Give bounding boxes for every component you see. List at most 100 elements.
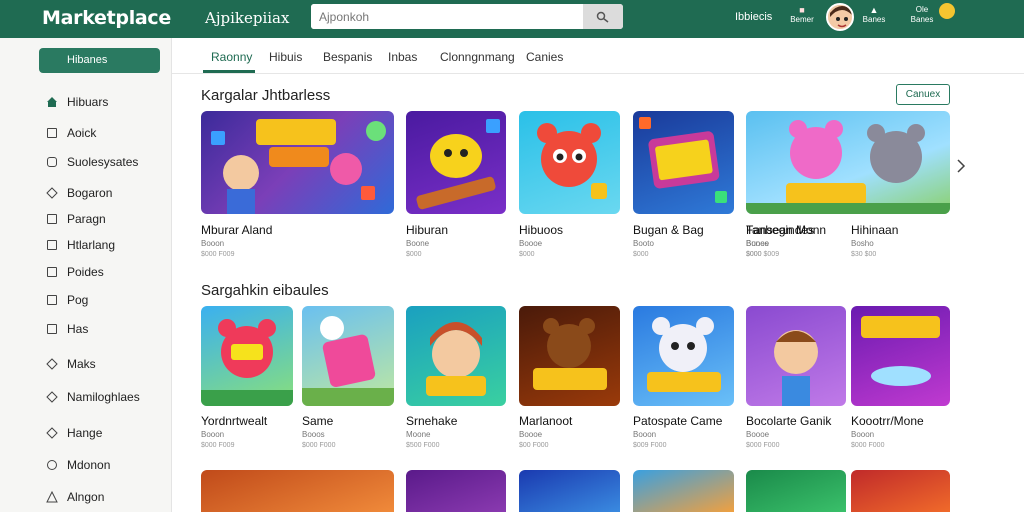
game-publisher: Booon: [201, 430, 225, 439]
search-input[interactable]: [311, 4, 583, 29]
game-thumbnail: [633, 306, 734, 406]
sidebar-item-home[interactable]: Hibuars: [46, 94, 108, 110]
square-icon: [46, 239, 58, 251]
user-avatar[interactable]: [826, 3, 854, 31]
header-messages[interactable]: ▲ Banes: [861, 5, 887, 25]
sidebar-item-label: Has: [67, 322, 89, 336]
header-subtitle: Ajpikepiiax: [205, 9, 290, 27]
game-thumbnail[interactable]: [746, 470, 846, 512]
game-price: $000 F000: [302, 442, 336, 449]
sidebar-item-label: Bogaron: [67, 186, 113, 200]
circle-icon: [46, 459, 58, 471]
smiley-icon[interactable]: [939, 3, 955, 19]
square-icon: [46, 156, 58, 168]
game-title: Marlanoot: [519, 414, 573, 428]
game-publisher: Boooe: [746, 430, 770, 439]
tab[interactable]: Clonngnmang: [440, 50, 515, 64]
tab[interactable]: Inbas: [388, 50, 417, 64]
tag-icon: [46, 391, 58, 403]
game-price: $000: [406, 251, 422, 258]
game-thumbnail: [519, 306, 620, 406]
sidebar-item-label: Suolesysates: [67, 155, 139, 169]
sidebar-item-label: Hibuars: [67, 95, 109, 109]
tab[interactable]: Bespanis: [323, 50, 372, 64]
square-icon: [46, 323, 58, 335]
sidebar-item[interactable]: Namiloghlaes: [46, 389, 140, 405]
sidebar-item[interactable]: Suolesysates: [46, 154, 138, 170]
game-publisher: Boone: [406, 239, 430, 248]
square-icon: [46, 266, 58, 278]
game-thumbnail[interactable]: [851, 470, 950, 512]
game-price: $000 F000: [746, 442, 780, 449]
game-publisher: Booon: [851, 430, 875, 439]
square-icon: [46, 127, 58, 139]
tab[interactable]: Hibuis: [269, 50, 302, 64]
top-header: Marketplace Ajpikepiiax Ibbiecis ■ Bemer…: [0, 0, 1024, 38]
header-link[interactable]: Ibbiecis: [735, 11, 772, 23]
game-title: Patospate Came: [633, 414, 723, 428]
game-publisher: Booon: [201, 239, 225, 248]
see-all-button[interactable]: Canuex: [896, 84, 950, 105]
sidebar-item[interactable]: Aoick: [46, 125, 96, 141]
tag-icon: [46, 358, 58, 370]
sidebar-item[interactable]: Maks: [46, 356, 96, 372]
sidebar-item[interactable]: Paragn: [46, 211, 106, 227]
game-title: Bugan & Bag: [633, 223, 704, 237]
sidebar-item-label: Hange: [67, 426, 103, 440]
sidebar-item-label: Namiloghlaes: [67, 390, 140, 404]
game-thumbnail[interactable]: [633, 470, 734, 512]
game-thumbnail[interactable]: [201, 470, 394, 512]
sidebar-item-active[interactable]: Hibanes: [39, 48, 160, 73]
game-publisher: Boooe: [746, 239, 770, 248]
game-thumbnail: [302, 306, 394, 406]
sidebar-item[interactable]: Htlarlang: [46, 237, 115, 253]
game-title: Hihinaan: [851, 223, 899, 237]
sidebar-item[interactable]: Pog: [46, 292, 88, 308]
sidebar-item-label: Poides: [67, 265, 104, 279]
game-thumbnail[interactable]: [519, 470, 620, 512]
sidebar: Hibanes Hibuars Aoick Suolesysates Bogar…: [0, 38, 172, 512]
triangle-icon: [46, 491, 58, 503]
game-thumbnail: [519, 111, 620, 214]
sidebar-item-label: Aoick: [67, 126, 97, 140]
header-cart[interactable]: Ole Banes: [906, 5, 938, 25]
sidebar-item[interactable]: Has: [46, 321, 88, 337]
game-title: Hibuoos: [519, 223, 564, 237]
tab[interactable]: Canies: [526, 50, 563, 64]
game-price: $000: [519, 251, 535, 258]
section-title: Sargahkin eibaules: [201, 282, 329, 299]
chevron-right-icon[interactable]: [956, 158, 966, 179]
tag-icon: [46, 187, 58, 199]
game-title: Tanbegindes: [746, 223, 815, 237]
tab[interactable]: Raonny: [211, 50, 252, 64]
game-thumbnail[interactable]: [406, 470, 506, 512]
game-title: Koootrr/Mone: [851, 414, 924, 428]
game-price: $500 F000: [406, 442, 440, 449]
sidebar-item[interactable]: Bogaron: [46, 185, 112, 201]
game-price: $000: [633, 251, 649, 258]
search-button[interactable]: [583, 4, 623, 29]
sidebar-item-label: Alngon: [67, 490, 105, 504]
sidebar-item[interactable]: Alngon: [46, 489, 104, 505]
header-messages-label: Banes: [862, 15, 886, 24]
sidebar-item-label: Pog: [67, 293, 89, 307]
game-price: $000: [746, 251, 762, 258]
game-price: $000 F009: [201, 442, 235, 449]
game-price: $000 F009: [201, 251, 235, 258]
game-publisher: Booon: [633, 430, 657, 439]
sidebar-item[interactable]: Hange: [46, 425, 102, 441]
game-title: Hiburan: [406, 223, 449, 237]
sidebar-item[interactable]: Poides: [46, 264, 104, 280]
game-thumbnail: [746, 111, 950, 214]
header-notify[interactable]: ■ Bemer: [789, 5, 815, 25]
game-title: Same: [302, 414, 334, 428]
app-logo[interactable]: Marketplace: [42, 7, 171, 29]
game-price: $000 F000: [851, 442, 885, 449]
bell-icon: ■: [799, 5, 805, 15]
search-icon: [596, 11, 609, 23]
category-tabs: Raonny Hibuis Bespanis Inbas Clonngnmang…: [172, 38, 1024, 74]
game-title: Yordnrtwealt: [201, 414, 268, 428]
home-icon: [46, 96, 58, 108]
sidebar-item[interactable]: Mdonon: [46, 457, 110, 473]
game-thumbnail: [201, 306, 293, 406]
